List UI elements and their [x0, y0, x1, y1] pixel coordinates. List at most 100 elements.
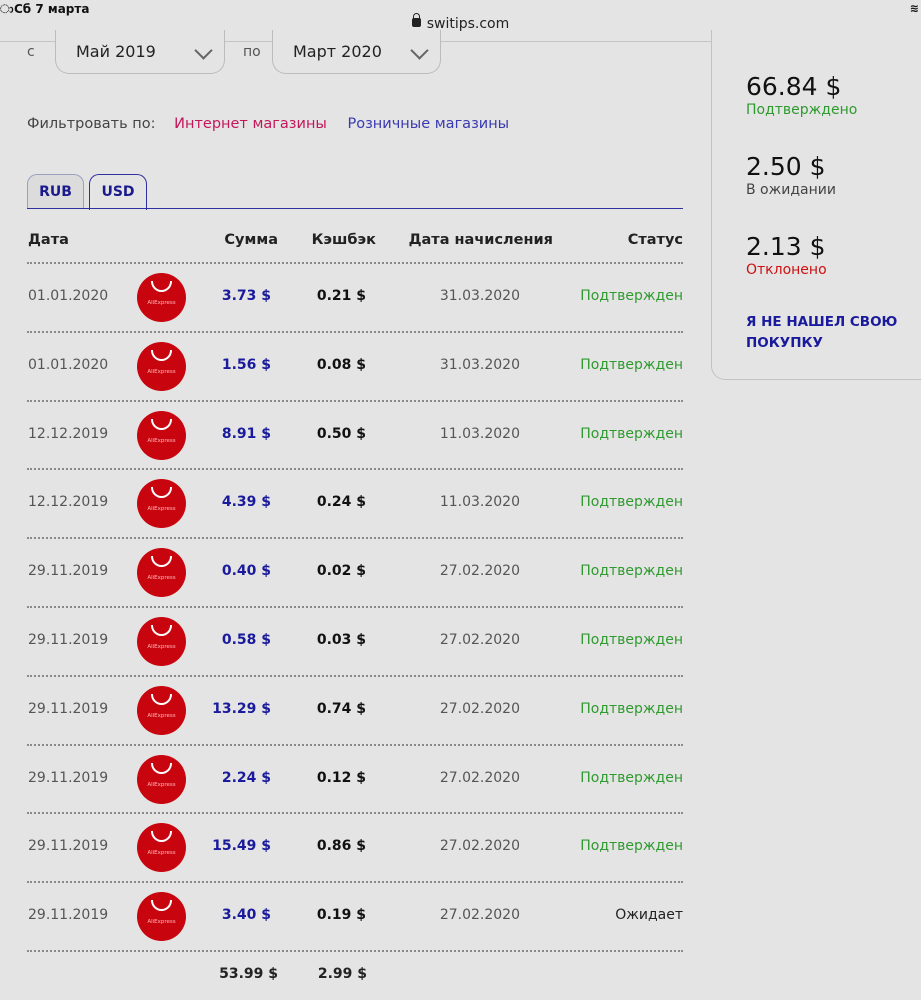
- header-cashback: Кэшбэк: [311, 232, 376, 248]
- row-credit-date: 11.03.2020: [439, 425, 520, 442]
- row-status: Подтвержден: [580, 700, 683, 717]
- aliexpress-logo-icon: AliExpress: [137, 754, 186, 804]
- row-credit-date: 11.03.2020: [439, 494, 520, 511]
- table-row[interactable]: 29.11.2019 AliExpress 13.29 $ 0.74 $ 27.02.2…: [27, 674, 683, 744]
- header-status: Статус: [627, 232, 683, 248]
- row-credit-date: 27.02.2020: [439, 769, 520, 786]
- store-filter: Фильтровать по: Интернет магазины Рознич…: [27, 116, 509, 132]
- confirmed-label: Подтверждено: [746, 102, 858, 118]
- row-status: Подтвержден: [580, 288, 683, 304]
- row-cashback: 0.86 $: [316, 838, 366, 855]
- row-date: 01.01.2020: [28, 288, 109, 304]
- table-row[interactable]: 29.11.2019 AliExpress 2.24 $ 0.12 $ 27.02.20…: [27, 743, 683, 813]
- logo-smile: [151, 624, 172, 636]
- chevron-down-icon: [194, 41, 213, 60]
- row-amount: 13.29 $: [212, 700, 271, 717]
- row-date: 29.11.2019: [28, 700, 109, 717]
- transactions-table: Дата Сумма Кэшбэк Дата начисления Статус…: [27, 222, 683, 994]
- row-date: 29.11.2019: [28, 631, 109, 648]
- logo-smile: [151, 418, 172, 430]
- row-amount: 2.24 $: [221, 769, 271, 786]
- date-from-select[interactable]: Май 2019: [55, 30, 225, 74]
- lock-icon: [411, 13, 421, 27]
- table-row[interactable]: 01.01.2020 AliExpress 3.73 $ 0.21 $ 31.03.20…: [27, 262, 683, 331]
- aliexpress-logo-icon: AliExpress: [137, 685, 186, 735]
- logo-smile: [151, 349, 172, 361]
- logo-store-name: AliExpress: [147, 919, 176, 926]
- filter-online-stores-link[interactable]: Интернет магазины: [174, 116, 327, 132]
- chevron-down-icon: [410, 41, 429, 60]
- logo-store-name: AliExpress: [147, 368, 176, 375]
- row-credit-date: 27.02.2020: [439, 563, 520, 580]
- row-status: Подтвержден: [580, 631, 683, 648]
- logo-smile: [151, 693, 172, 705]
- row-status: Подтвержден: [580, 425, 683, 442]
- status-time: Сб 7 марта: [14, 2, 90, 16]
- table-row[interactable]: 12.12.2019 AliExpress 8.91 $ 0.50 $ 11.03.20…: [27, 399, 683, 469]
- total-cashback: 2.99 $: [317, 965, 367, 982]
- header-credit-date: Дата начисления: [408, 232, 553, 248]
- row-status: Подтвержден: [580, 769, 683, 786]
- tabs-underline: [27, 208, 683, 209]
- row-cashback: 0.08 $: [316, 356, 366, 373]
- table-row[interactable]: 29.11.2019 AliExpress 0.58 $ 0.03 $ 27.02.20…: [27, 605, 683, 675]
- row-credit-date: 27.02.2020: [439, 700, 520, 717]
- missing-purchase-link[interactable]: Я НЕ НАШЕЛ СВОЮ ПОКУПКУ: [746, 312, 906, 354]
- row-cashback: 0.12 $: [316, 769, 366, 786]
- table-row[interactable]: 01.01.2020 AliExpress 1.56 $ 0.08 $ 31.03.20…: [27, 330, 683, 400]
- header-date: Дата: [28, 232, 69, 248]
- table-row[interactable]: 29.11.2019 AliExpress 15.49 $ 0.86 $ 27.02.2…: [27, 812, 683, 881]
- date-from-label: с: [27, 44, 35, 60]
- logo-store-name: AliExpress: [147, 506, 176, 513]
- balance-summary-panel: 66.84 $ Подтверждено 2.50 $ В ожидании 2…: [711, 30, 921, 380]
- table-row[interactable]: 29.11.2019 AliExpress 3.40 $ 0.19 $ 27.02.20…: [27, 881, 683, 950]
- confirmed-amount: 66.84 $: [746, 72, 842, 101]
- row-date: 12.12.2019: [28, 494, 109, 511]
- row-cashback: 0.50 $: [316, 425, 366, 442]
- date-to-label: по: [243, 44, 261, 60]
- row-amount: 3.40 $: [221, 907, 271, 924]
- row-amount: 1.56 $: [221, 356, 271, 373]
- tab-usd[interactable]: USD: [89, 174, 147, 210]
- pending-label: В ожидании: [746, 182, 836, 198]
- row-amount: 0.40 $: [221, 563, 271, 580]
- row-date: 29.11.2019: [28, 907, 109, 924]
- header-amount: Сумма: [224, 232, 278, 248]
- logo-smile: [151, 762, 172, 774]
- status-bar-corner: ා: [0, 2, 14, 16]
- row-status: Ожидает: [615, 907, 683, 924]
- logo-store-name: AliExpress: [147, 575, 176, 582]
- logo-smile: [151, 487, 172, 499]
- aliexpress-logo-icon: AliExpress: [137, 823, 186, 873]
- row-cashback: 0.74 $: [316, 700, 366, 717]
- row-amount: 15.49 $: [212, 838, 271, 855]
- pending-amount: 2.50 $: [746, 152, 826, 181]
- filter-label: Фильтровать по:: [27, 116, 156, 132]
- table-row[interactable]: 12.12.2019 AliExpress 4.39 $ 0.24 $ 11.03.20…: [27, 468, 683, 537]
- aliexpress-logo-icon: AliExpress: [137, 479, 186, 529]
- row-date: 12.12.2019: [28, 425, 109, 442]
- rejected-amount: 2.13 $: [746, 232, 826, 261]
- aliexpress-logo-icon: AliExpress: [137, 273, 186, 322]
- row-amount: 4.39 $: [221, 494, 271, 511]
- logo-smile: [151, 281, 172, 292]
- tab-rub[interactable]: RUB: [27, 174, 84, 209]
- logo-store-name: AliExpress: [147, 643, 176, 650]
- date-to-select[interactable]: Март 2020: [272, 30, 441, 74]
- wifi-icon: ≋: [909, 2, 919, 15]
- table-row[interactable]: 29.11.2019 AliExpress 0.40 $ 0.02 $ 27.02.20…: [27, 537, 683, 606]
- aliexpress-logo-icon: AliExpress: [137, 892, 186, 942]
- row-date: 29.11.2019: [28, 769, 109, 786]
- row-cashback: 0.19 $: [316, 907, 366, 924]
- row-amount: 8.91 $: [221, 425, 271, 442]
- logo-store-name: AliExpress: [147, 850, 176, 857]
- row-cashback: 0.02 $: [316, 563, 366, 580]
- logo-smile: [151, 556, 172, 568]
- logo-store-name: AliExpress: [147, 437, 176, 444]
- logo-smile: [151, 900, 172, 912]
- logo-store-name: AliExpress: [147, 300, 176, 306]
- filter-retail-stores-link[interactable]: Розничные магазины: [347, 116, 509, 132]
- aliexpress-logo-icon: AliExpress: [137, 548, 186, 598]
- date-to-value: Март 2020: [293, 42, 382, 61]
- row-credit-date: 31.03.2020: [439, 356, 520, 373]
